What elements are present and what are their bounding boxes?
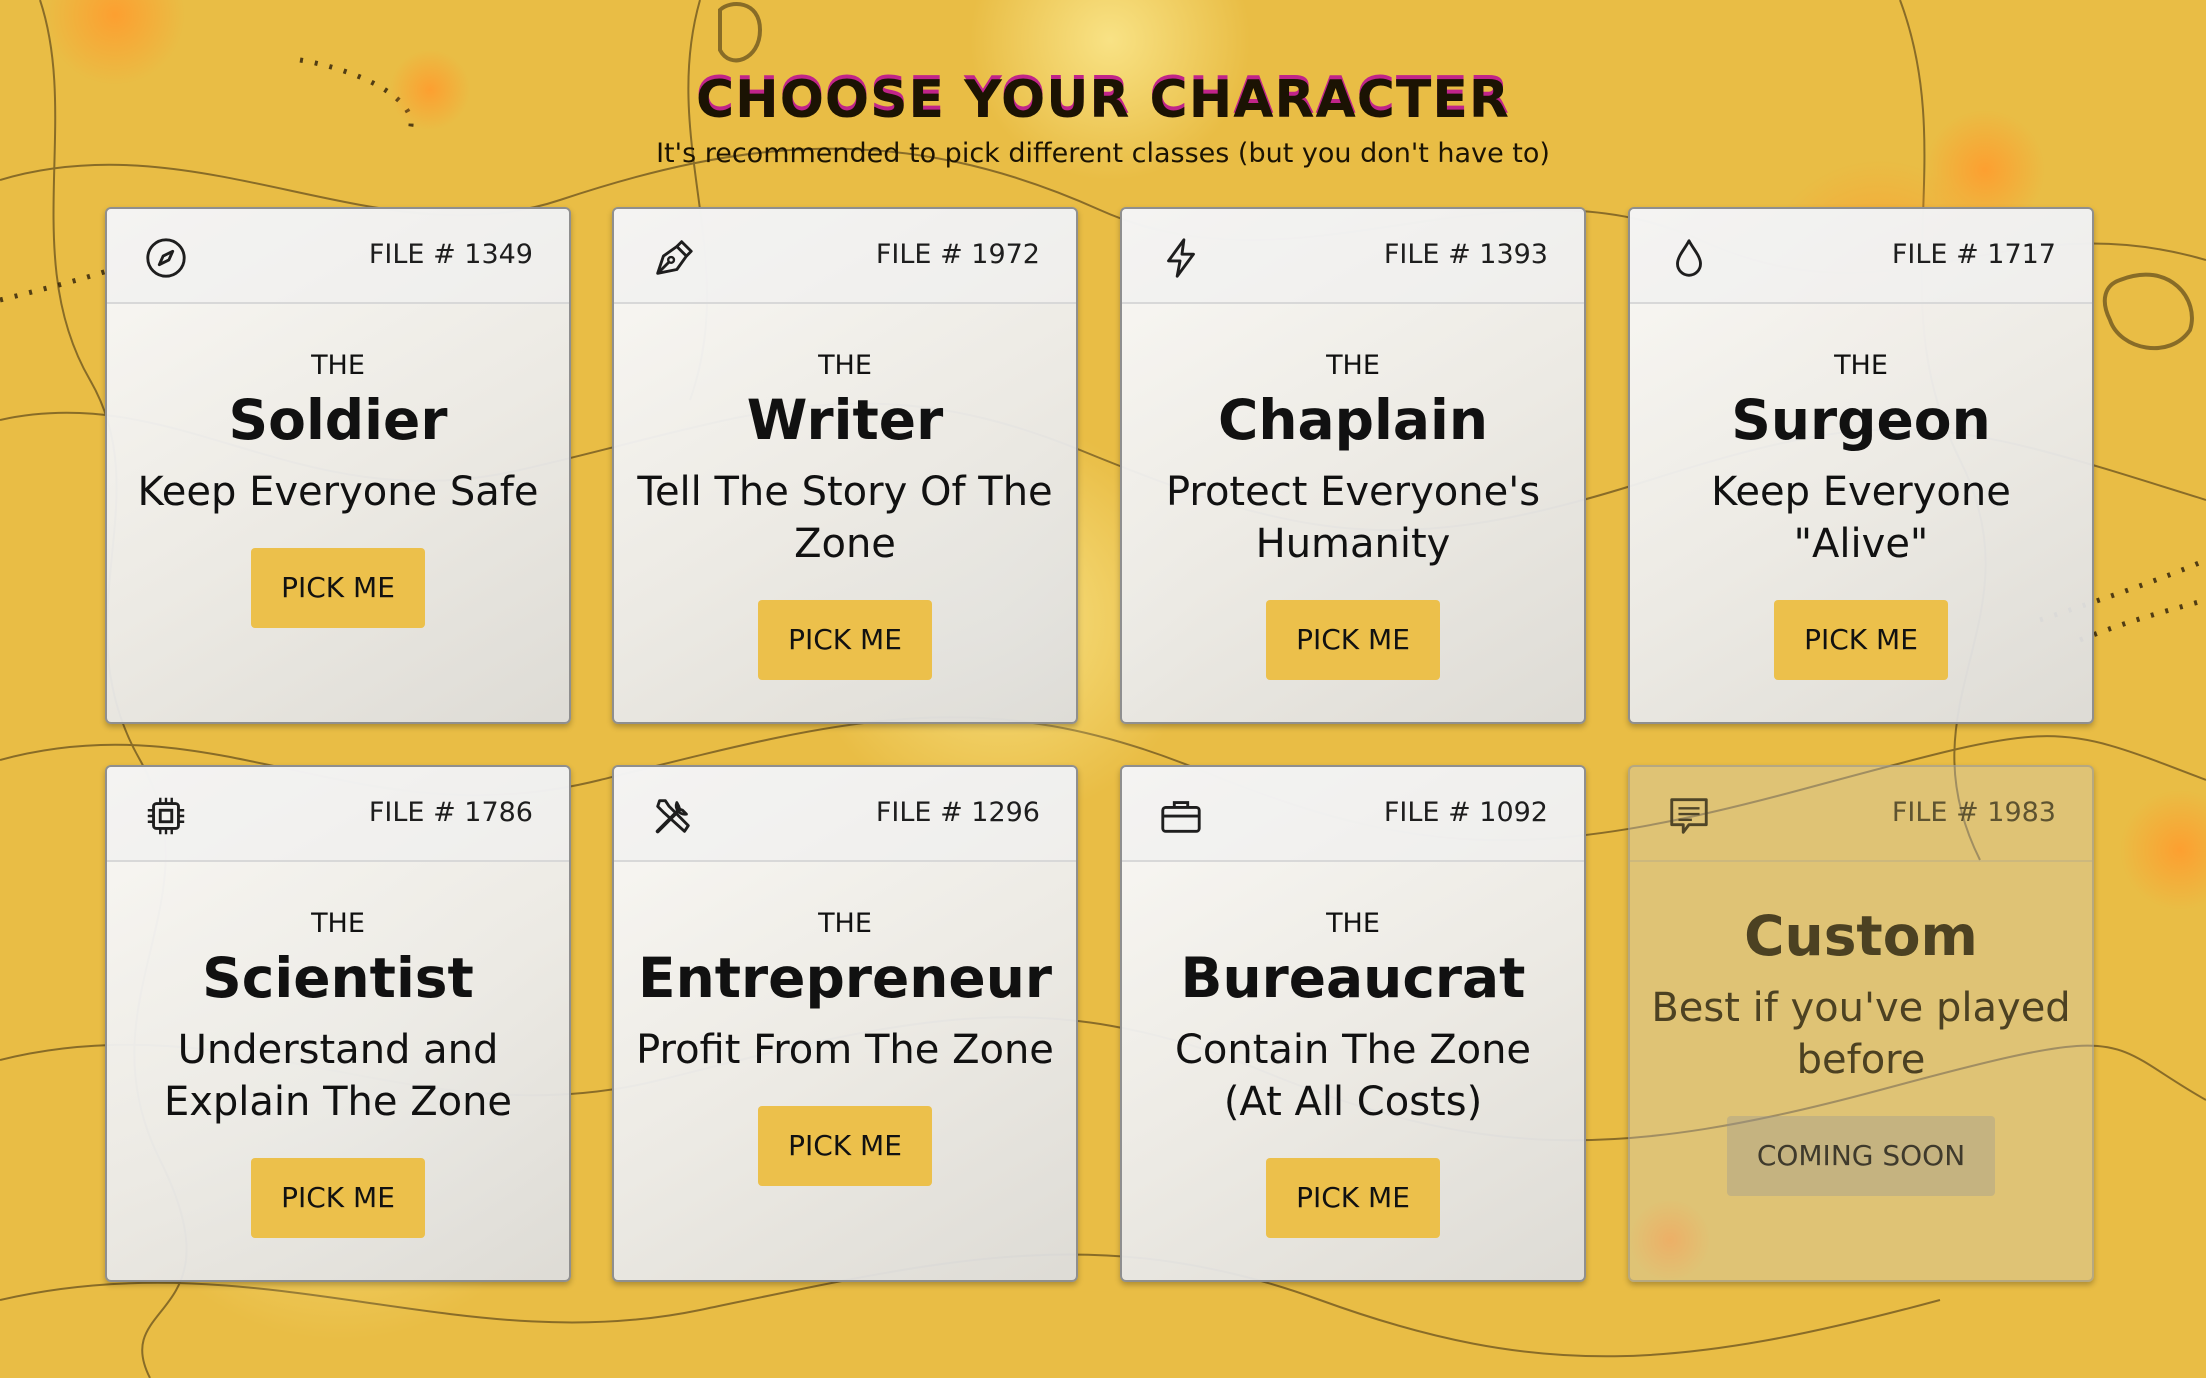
tools-icon [655, 799, 690, 834]
character-card-custom: FILE # 1983 Custom Best if you've played… [1628, 765, 2094, 1282]
file-number: FILE # 1092 [1383, 797, 1548, 828]
card-the-label: THE [1326, 350, 1380, 381]
card-the-label: THE [1834, 350, 1888, 381]
card-the-label: THE [1326, 908, 1380, 939]
pick-me-button-chaplain[interactable]: PICK ME [1266, 600, 1440, 680]
character-tagline: Profit From The Zone [636, 1027, 1054, 1073]
card-header: FILE # 1717 [1630, 209, 2092, 304]
lightning-icon [1167, 238, 1195, 278]
coming-soon-button: COMING SOON [1726, 1116, 1996, 1196]
file-number: FILE # 1717 [1891, 239, 2056, 270]
card-the-label: THE [311, 350, 365, 381]
pick-me-button-surgeon[interactable]: PICK ME [1774, 600, 1948, 680]
pick-me-button-soldier[interactable]: PICK ME [251, 548, 425, 628]
card-header: FILE # 1296 [614, 767, 1076, 862]
character-card-chaplain: FILE # 1393 THE Chaplain Protect Everyon… [1120, 207, 1586, 724]
character-tagline: Contain The Zone (At All Costs) [1174, 1027, 1532, 1125]
chip-icon [147, 797, 185, 835]
card-header: FILE # 1786 [107, 767, 569, 862]
card-header: FILE # 1349 [107, 209, 569, 304]
character-name: Writer [746, 388, 944, 452]
pen-nib-icon [656, 240, 693, 275]
card-header: FILE # 1972 [614, 209, 1076, 304]
pick-me-button-bureaucrat[interactable]: PICK ME [1266, 1158, 1440, 1238]
compass-icon [146, 238, 186, 278]
file-number: FILE # 1786 [368, 797, 533, 828]
character-tagline: Keep Everyone "Alive" [1711, 469, 2011, 567]
character-card-surgeon: FILE # 1717 THE Surgeon Keep Everyone "A… [1628, 207, 2094, 724]
character-name: Chaplain [1218, 388, 1488, 452]
briefcase-icon [1161, 801, 1201, 833]
file-number: FILE # 1983 [1891, 797, 2056, 828]
character-tagline: Best if you've played before [1651, 985, 2071, 1083]
card-header: FILE # 1983 [1630, 767, 2092, 862]
card-the-label: THE [818, 908, 872, 939]
character-tagline: Keep Everyone Safe [137, 469, 539, 515]
page-header: CHOOSE YOUR CHARACTER It's recommended t… [0, 64, 2206, 169]
card-header: FILE # 1092 [1122, 767, 1584, 862]
file-number: FILE # 1393 [1383, 239, 1548, 270]
pick-me-button-writer[interactable]: PICK ME [758, 600, 932, 680]
file-number: FILE # 1296 [875, 797, 1040, 828]
character-name: Bureaucrat [1180, 946, 1526, 1010]
character-card-entrepreneur: FILE # 1296 THE Entrepreneur Profit From… [612, 765, 1078, 1282]
card-the-label: THE [311, 908, 365, 939]
character-tagline: Protect Everyone's Humanity [1165, 469, 1541, 567]
character-card-soldier: FILE # 1349 THE Soldier Keep Everyone Sa… [105, 207, 571, 724]
character-name: Soldier [228, 388, 448, 452]
card-the-label: THE [818, 350, 872, 381]
character-name: Entrepreneur [638, 946, 1052, 1010]
character-card-scientist: FILE # 1786 THE Scientist Understand and… [105, 765, 571, 1282]
character-tagline: Understand and Explain The Zone [163, 1027, 513, 1125]
character-card-bureaucrat: FILE # 1092 THE Bureaucrat Contain The Z… [1120, 765, 1586, 1282]
character-name: Surgeon [1731, 388, 1991, 452]
file-number: FILE # 1349 [368, 239, 533, 270]
character-tagline: Tell The Story Of The Zone [637, 469, 1053, 567]
character-card-writer: FILE # 1972 THE Writer Tell The Story Of… [612, 207, 1078, 724]
pick-me-button-scientist[interactable]: PICK ME [251, 1158, 425, 1238]
character-name: Scientist [202, 946, 474, 1010]
pick-me-button-entrepreneur[interactable]: PICK ME [758, 1106, 932, 1186]
file-number: FILE # 1972 [875, 239, 1040, 270]
page-title: CHOOSE YOUR CHARACTER [696, 70, 1510, 130]
character-name: Custom [1744, 904, 1978, 968]
message-icon [1670, 798, 1708, 834]
page-subtitle: It's recommended to pick different class… [656, 138, 1550, 169]
droplet-icon [1676, 239, 1702, 277]
card-header: FILE # 1393 [1122, 209, 1584, 304]
